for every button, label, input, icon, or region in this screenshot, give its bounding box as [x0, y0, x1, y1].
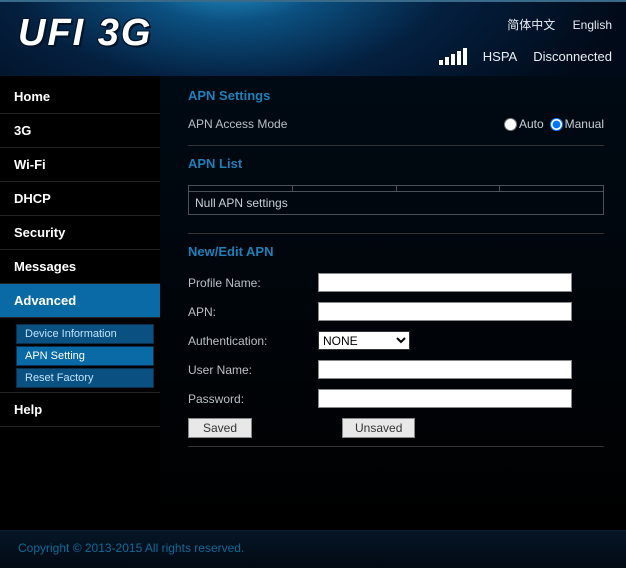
- status-bar: HSPA Disconnected: [439, 48, 612, 65]
- lang-zh[interactable]: 简体中文: [507, 18, 555, 32]
- connection-status: Disconnected: [533, 49, 612, 64]
- username-label: User Name:: [188, 363, 318, 377]
- language-switch: 简体中文 English: [493, 16, 612, 33]
- apn-input[interactable]: [318, 302, 572, 321]
- apn-list-title: APN List: [188, 156, 604, 171]
- nav-security[interactable]: Security: [0, 216, 160, 250]
- apn-list-empty: Null APN settings: [189, 192, 603, 214]
- auth-select[interactable]: NONE: [318, 331, 410, 350]
- password-label: Password:: [188, 392, 318, 406]
- subnav-device-info[interactable]: Device Information: [16, 324, 154, 344]
- profile-name-input[interactable]: [318, 273, 572, 292]
- apn-label: APN:: [188, 305, 318, 319]
- username-input[interactable]: [318, 360, 572, 379]
- main-content: APN Settings APN Access Mode Auto Manual…: [160, 76, 626, 530]
- footer: Copyright © 2013-2015 All rights reserve…: [0, 530, 626, 568]
- new-edit-apn-title: New/Edit APN: [188, 244, 604, 259]
- nav-home[interactable]: Home: [0, 80, 160, 114]
- access-mode-label: APN Access Mode: [188, 117, 318, 131]
- subnav: Device Information APN Setting Reset Fac…: [0, 318, 160, 392]
- subnav-apn-setting[interactable]: APN Setting: [16, 346, 154, 366]
- nav-help[interactable]: Help: [0, 392, 160, 427]
- auto-label: Auto: [519, 117, 544, 131]
- apn-settings-title: APN Settings: [188, 88, 604, 103]
- nav-wifi[interactable]: Wi-Fi: [0, 148, 160, 182]
- header: UFI 3G 简体中文 English HSPA Disconnected: [0, 0, 626, 76]
- saved-button[interactable]: Saved: [188, 418, 252, 438]
- profile-name-label: Profile Name:: [188, 276, 318, 290]
- nav-messages[interactable]: Messages: [0, 250, 160, 284]
- unsaved-button[interactable]: Unsaved: [342, 418, 415, 438]
- nav-dhcp[interactable]: DHCP: [0, 182, 160, 216]
- copyright: Copyright © 2013-2015 All rights reserve…: [18, 541, 244, 555]
- signal-icon: [439, 48, 467, 65]
- apn-list-table: Null APN settings: [188, 185, 604, 215]
- radio-auto[interactable]: Auto: [504, 117, 544, 131]
- nav-3g[interactable]: 3G: [0, 114, 160, 148]
- network-type: HSPA: [483, 49, 517, 64]
- nav-advanced[interactable]: Advanced: [0, 284, 160, 318]
- radio-manual[interactable]: Manual: [550, 117, 604, 131]
- sidebar: Home 3G Wi-Fi DHCP Security Messages Adv…: [0, 76, 160, 530]
- app-logo: UFI 3G: [18, 12, 152, 55]
- password-input[interactable]: [318, 389, 572, 408]
- auth-label: Authentication:: [188, 334, 318, 348]
- manual-label: Manual: [565, 117, 604, 131]
- lang-en[interactable]: English: [573, 18, 612, 32]
- subnav-reset-factory[interactable]: Reset Factory: [16, 368, 154, 388]
